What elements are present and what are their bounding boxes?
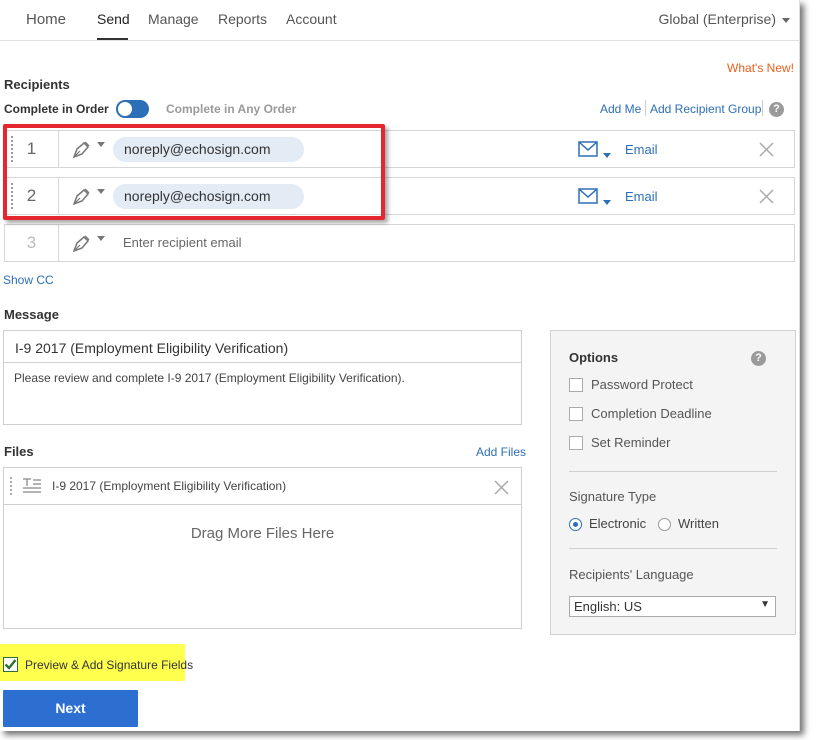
- recipient-email-input[interactable]: Enter recipient email: [123, 235, 242, 250]
- add-files-link[interactable]: Add Files: [476, 445, 526, 459]
- delivery-dropdown[interactable]: [603, 147, 611, 165]
- top-nav: Home Send Manage Reports Account Global …: [0, 0, 800, 41]
- options-panel: Options ? Password Protect Completion De…: [550, 330, 796, 635]
- pen-icon: [72, 188, 90, 206]
- complete-in-any-order-label: Complete in Any Order: [166, 102, 297, 116]
- written-label[interactable]: Written: [678, 516, 719, 531]
- close-icon[interactable]: [759, 189, 774, 204]
- signer-role-dropdown[interactable]: [71, 139, 111, 159]
- divider: [569, 548, 777, 549]
- drop-zone-label: Drag More Files Here: [190, 525, 335, 542]
- nav-home[interactable]: Home: [26, 11, 66, 28]
- toggle-knob: [118, 102, 132, 116]
- signer-role-dropdown[interactable]: [71, 186, 111, 206]
- electronic-radio[interactable]: [569, 518, 582, 531]
- files-title: Files: [4, 444, 34, 459]
- divider: [569, 471, 777, 472]
- message-title: Message: [4, 307, 59, 322]
- chevron-down-icon: [97, 142, 105, 147]
- preview-checkbox[interactable]: [3, 657, 18, 672]
- recipient-number: 3: [5, 225, 59, 261]
- option-label: Password Protect: [591, 377, 693, 392]
- send-page: Home Send Manage Reports Account Global …: [0, 0, 800, 731]
- written-radio[interactable]: [658, 518, 671, 531]
- nav-reports[interactable]: Reports: [218, 11, 267, 27]
- options-title: Options: [569, 350, 619, 365]
- drag-handle-icon[interactable]: [10, 477, 12, 495]
- password-protect-checkbox[interactable]: [569, 378, 583, 392]
- signer-role-dropdown[interactable]: [71, 233, 111, 253]
- add-recipient-group-link[interactable]: Add Recipient Group: [650, 102, 761, 116]
- checkmark-icon: [4, 659, 17, 670]
- recipients-title: Recipients: [4, 77, 70, 92]
- message-box: I-9 2017 (Employment Eligibility Verific…: [3, 330, 522, 425]
- close-icon[interactable]: [759, 142, 774, 157]
- help-icon[interactable]: ?: [751, 351, 766, 366]
- order-toggle[interactable]: [116, 100, 149, 118]
- nav-send[interactable]: Send: [97, 11, 130, 27]
- divider: [645, 100, 646, 116]
- language-select[interactable]: English: US ▼: [569, 596, 776, 617]
- set-reminder-checkbox[interactable]: [569, 436, 583, 450]
- chevron-down-icon: [603, 200, 611, 206]
- recipient-number: 1: [5, 131, 59, 167]
- next-button[interactable]: Next: [3, 690, 138, 727]
- electronic-label[interactable]: Electronic: [589, 516, 646, 531]
- signature-type-title: Signature Type: [569, 489, 657, 504]
- show-cc-link[interactable]: Show CC: [3, 273, 54, 287]
- mail-icon[interactable]: [578, 141, 598, 157]
- recipients-language-title: Recipients' Language: [569, 567, 694, 582]
- nav-manage[interactable]: Manage: [148, 11, 199, 27]
- recipient-row: 1 noreply@echosign.com Email: [4, 130, 795, 168]
- file-row: I-9 2017 (Employment Eligibility Verific…: [3, 467, 522, 505]
- delivery-method-label[interactable]: Email: [625, 142, 658, 157]
- delivery-dropdown[interactable]: [603, 194, 611, 212]
- account-menu[interactable]: Global (Enterprise): [658, 11, 790, 27]
- recipient-row: 2 noreply@echosign.com Email: [4, 177, 795, 215]
- help-icon[interactable]: ?: [769, 102, 784, 117]
- option-label: Set Reminder: [591, 435, 671, 450]
- document-icon: [23, 478, 41, 493]
- account-menu-label: Global (Enterprise): [658, 11, 777, 27]
- recipient-email-chip[interactable]: noreply@echosign.com: [113, 184, 304, 209]
- pen-icon: [72, 235, 90, 253]
- recipient-email-chip[interactable]: noreply@echosign.com: [113, 137, 304, 162]
- language-select-value: English: US: [574, 599, 642, 614]
- file-name: I-9 2017 (Employment Eligibility Verific…: [52, 479, 287, 493]
- completion-deadline-checkbox[interactable]: [569, 407, 583, 421]
- chevron-down-icon: [97, 236, 105, 241]
- divider: [762, 100, 763, 116]
- message-subject-input[interactable]: I-9 2017 (Employment Eligibility Verific…: [4, 331, 521, 363]
- nav-active-indicator: [97, 38, 128, 40]
- message-body-input[interactable]: Please review and complete I-9 2017 (Emp…: [14, 371, 405, 385]
- mail-icon[interactable]: [578, 188, 598, 204]
- nav-account[interactable]: Account: [286, 11, 337, 27]
- recipient-number: 2: [5, 178, 59, 214]
- delivery-method-label[interactable]: Email: [625, 189, 658, 204]
- complete-in-order-label: Complete in Order: [4, 102, 109, 116]
- dropdown-arrow-icon: ▼: [760, 599, 770, 610]
- option-label: Completion Deadline: [591, 406, 712, 421]
- chevron-down-icon: [782, 17, 790, 23]
- chevron-down-icon: [97, 189, 105, 194]
- file-drop-zone[interactable]: Drag More Files Here: [3, 505, 522, 629]
- add-me-link[interactable]: Add Me: [600, 102, 641, 116]
- chevron-down-icon: [603, 153, 611, 159]
- preview-label[interactable]: Preview & Add Signature Fields: [25, 658, 193, 672]
- close-icon[interactable]: [494, 480, 509, 495]
- pen-icon: [72, 141, 90, 159]
- whats-new-link[interactable]: What's New!: [727, 61, 794, 75]
- recipient-row: 3 Enter recipient email: [4, 224, 795, 262]
